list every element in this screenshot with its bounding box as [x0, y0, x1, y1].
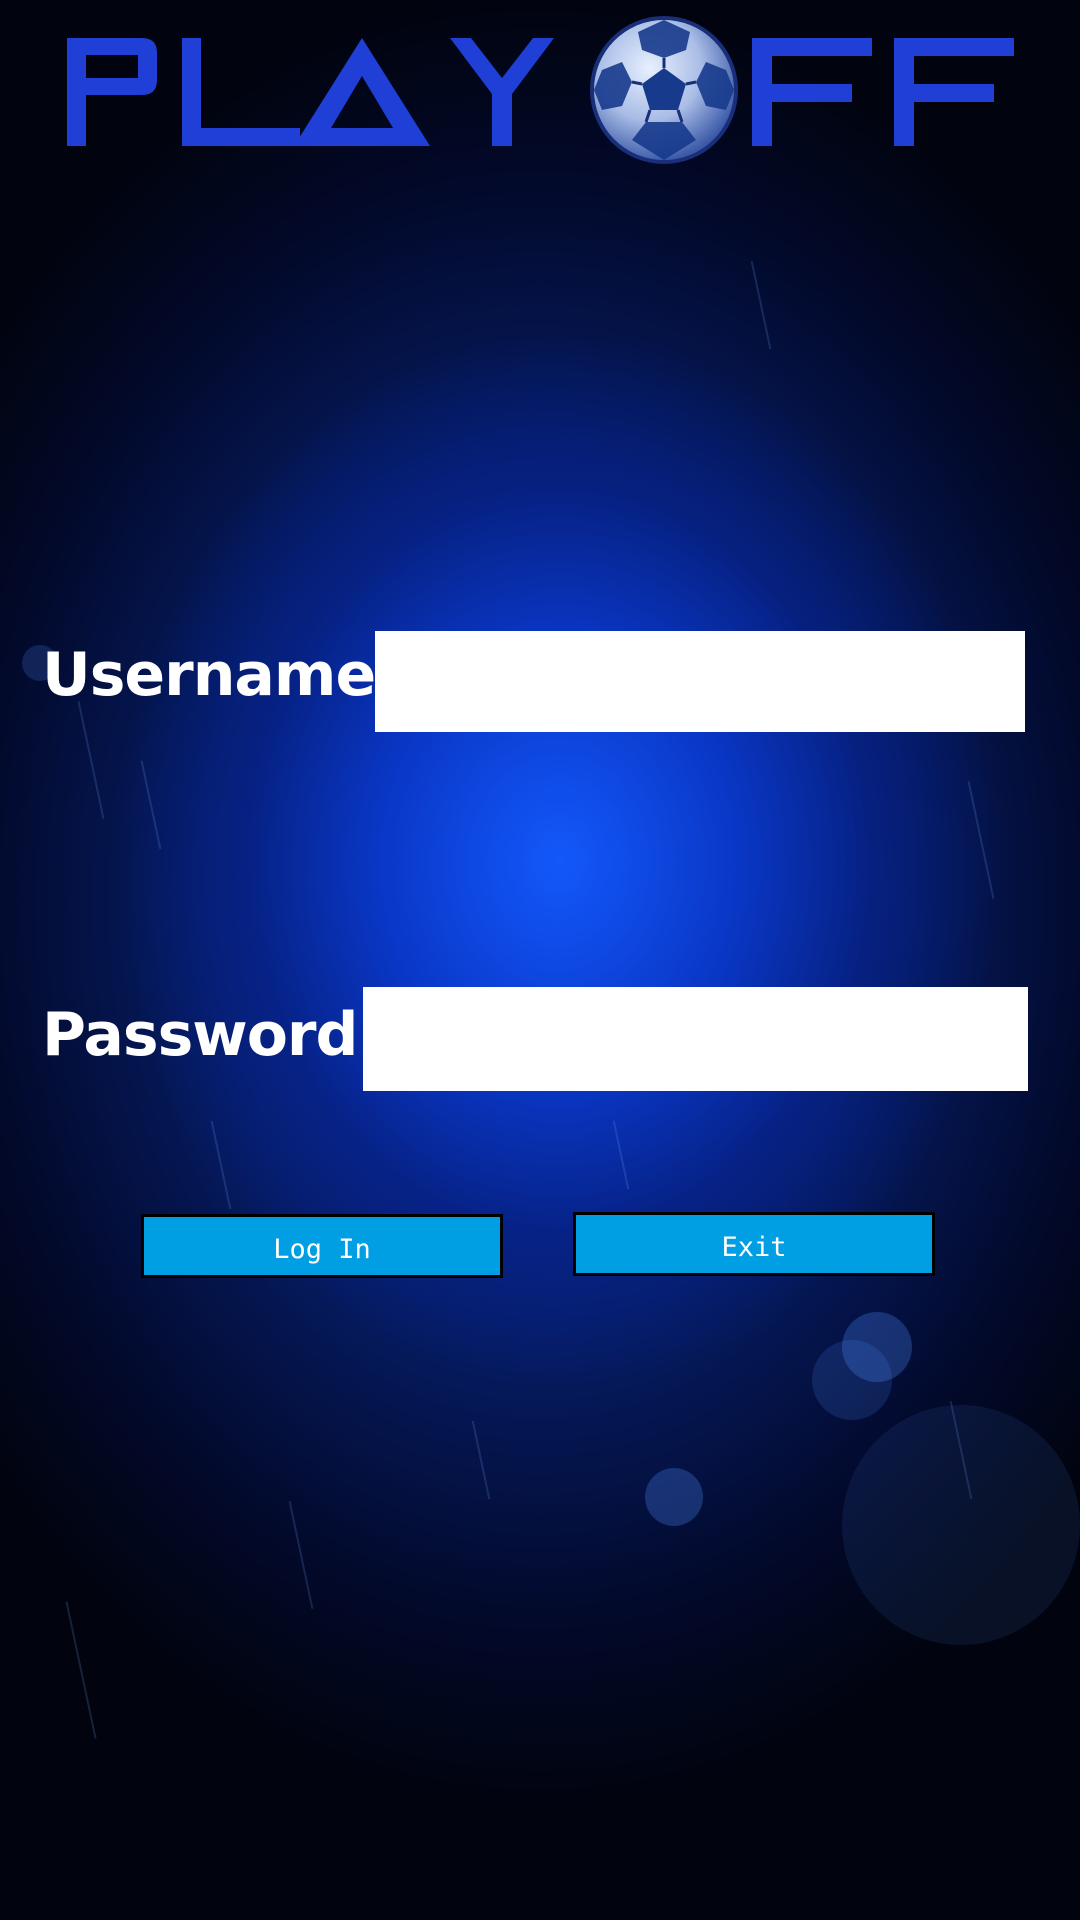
exit-button[interactable]: Exit [573, 1212, 935, 1276]
password-input[interactable] [363, 987, 1028, 1091]
login-screen: Username Password Log In Exit [0, 0, 1080, 1920]
playoff-logo [62, 10, 1022, 170]
username-input[interactable] [375, 631, 1025, 732]
password-label: Password [42, 1000, 358, 1070]
username-label: Username [42, 640, 376, 710]
login-button[interactable]: Log In [141, 1214, 503, 1278]
soccer-ball-icon [590, 16, 738, 164]
